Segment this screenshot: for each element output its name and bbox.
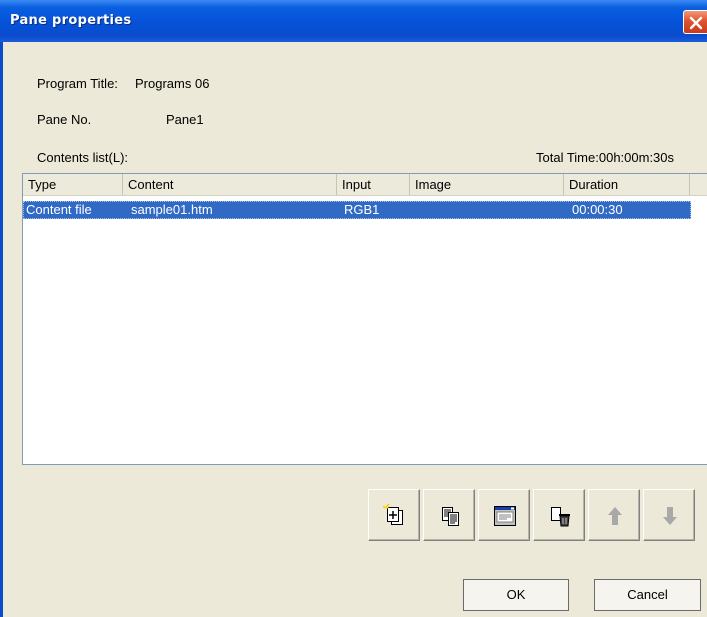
delete-button[interactable]: [533, 489, 585, 541]
arrow-down-icon: [663, 507, 677, 525]
column-header-type[interactable]: Type: [23, 174, 123, 195]
cell-content: sample01.htm: [131, 202, 213, 217]
column-header-content[interactable]: Content: [123, 174, 337, 195]
contents-list-label: Contents list(L):: [37, 150, 129, 165]
table-row[interactable]: Content file sample01.htm RGB1 00:00:30: [23, 201, 691, 219]
cancel-button[interactable]: Cancel: [594, 579, 701, 611]
add-content-icon: [383, 504, 403, 525]
column-header-input[interactable]: Input: [337, 174, 410, 195]
cell-duration: 00:00:30: [572, 202, 623, 217]
move-up-button[interactable]: [588, 489, 640, 541]
program-title-value: Programs 06: [135, 76, 210, 91]
ok-button[interactable]: OK: [463, 579, 569, 611]
pane-no-label: Pane No.: [37, 112, 92, 127]
add-content-button[interactable]: [368, 489, 420, 541]
pane-no-value: Pane1: [166, 112, 204, 127]
pane-properties-dialog: Pane properties Program Title: Programs …: [0, 0, 707, 617]
delete-icon: [551, 507, 570, 527]
move-down-button[interactable]: [643, 489, 695, 541]
title-bar[interactable]: Pane properties: [0, 0, 707, 42]
column-header-image[interactable]: Image: [410, 174, 564, 195]
close-icon: [689, 16, 703, 30]
window-frame-left: [0, 42, 3, 617]
column-header-duration[interactable]: Duration: [564, 174, 690, 195]
window-title: Pane properties: [10, 13, 132, 28]
copy-icon: [442, 507, 459, 526]
program-title-label: Program Title:: [37, 76, 118, 91]
properties-button[interactable]: [478, 489, 530, 541]
copy-button[interactable]: [423, 489, 475, 541]
list-header: Type Content Input Image Duration: [23, 174, 707, 196]
contents-list[interactable]: Type Content Input Image Duration Conten…: [22, 173, 707, 465]
properties-window-icon: [494, 506, 516, 526]
cell-type: Content file: [26, 202, 92, 217]
arrow-up-icon: [608, 507, 622, 525]
total-time: Total Time:00h:00m:30s: [536, 150, 675, 165]
close-button[interactable]: [683, 10, 707, 34]
cell-input: RGB1: [344, 202, 380, 217]
